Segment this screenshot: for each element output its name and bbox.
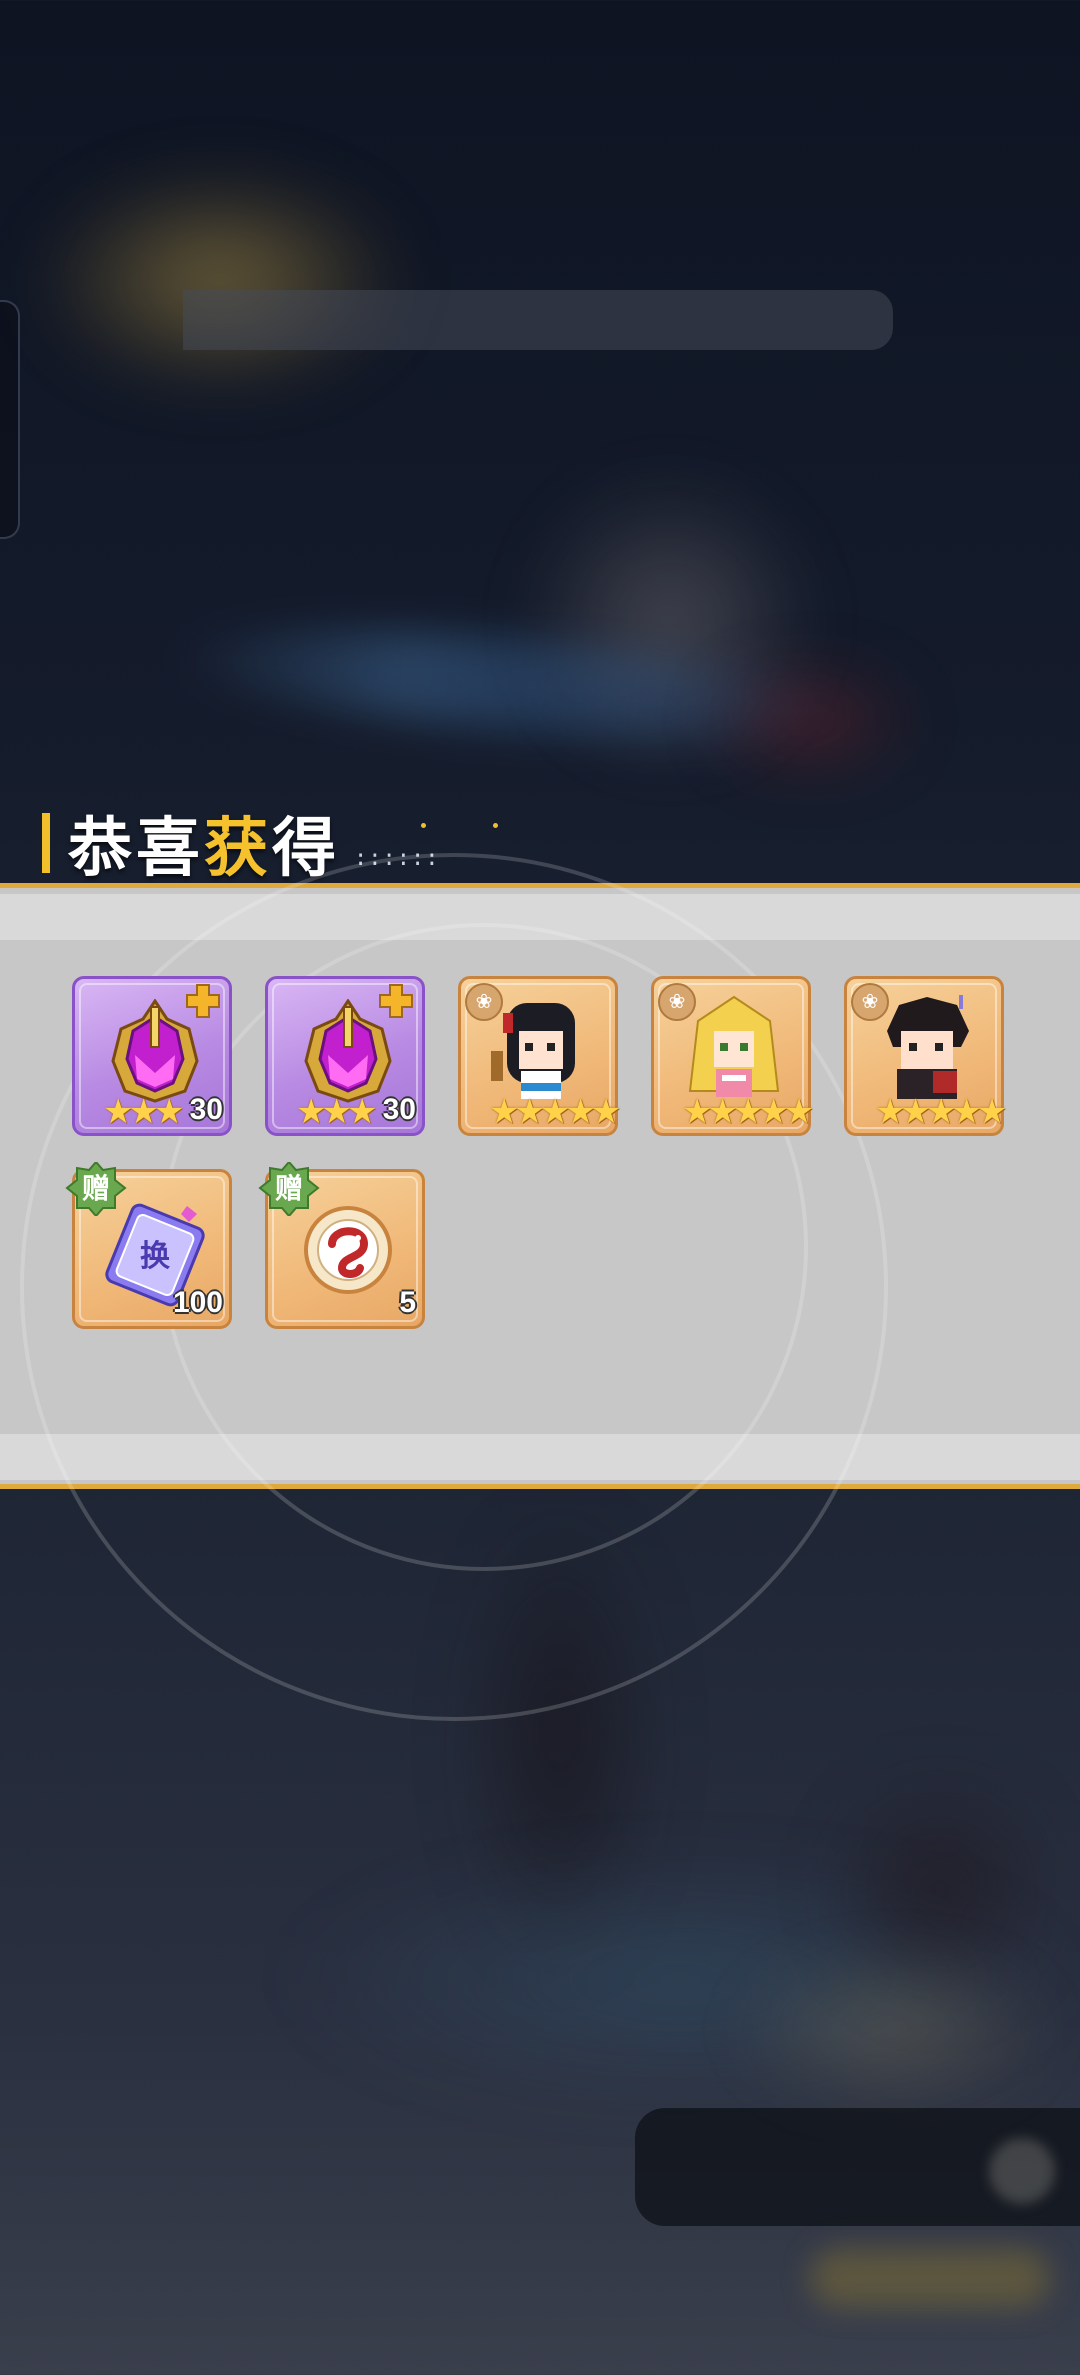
sparkle <box>421 823 426 828</box>
reward-item[interactable]: 赠 5 <box>258 1160 425 1329</box>
bottom-gold-button <box>810 2248 1050 2308</box>
title-part-1: 恭喜 <box>68 812 204 884</box>
background-game-logo <box>40 170 400 390</box>
item-quantity: 30 <box>189 1093 223 1126</box>
bottom-round-button <box>989 2138 1055 2204</box>
background-ring <box>730 1950 1060 2110</box>
bottom-action-panel <box>635 2108 1080 2226</box>
top-banner-bar <box>183 290 893 350</box>
item-quantity: 5 <box>399 1286 416 1319</box>
dragon-token-icon <box>304 1206 392 1294</box>
sparkle <box>493 823 498 828</box>
reward-item[interactable]: ★★★ 30 <box>72 976 232 1136</box>
title-accent-bar <box>42 813 50 873</box>
star-rating: ★★★★★ <box>489 1093 621 1131</box>
reward-item[interactable]: ❀ ★★★★★ <box>651 976 814 1136</box>
background-cape <box>700 660 920 780</box>
item-quantity: 100 <box>172 1286 223 1319</box>
item-quantity: 30 <box>382 1093 416 1126</box>
title-highlight: 获 <box>204 812 272 884</box>
gift-badge-label: 赠 <box>274 1173 303 1204</box>
gift-badge: 赠 <box>258 1160 320 1218</box>
star-rating: ★★★ <box>103 1093 184 1131</box>
gift-badge-label: 赠 <box>81 1173 110 1204</box>
gold-cross-icon <box>379 984 413 1018</box>
title-text: 恭喜获得 <box>68 797 340 889</box>
reward-item[interactable]: ❀ ★★★★★ <box>458 976 621 1136</box>
gift-badge: 赠 <box>65 1160 127 1218</box>
side-tab <box>0 300 20 539</box>
reward-item[interactable]: ❀ ★★★★★ <box>844 976 1007 1136</box>
gold-cross-icon <box>186 984 220 1018</box>
star-rating: ★★★★★ <box>875 1093 1007 1131</box>
star-rating: ★★★★★ <box>682 1093 814 1131</box>
reward-item[interactable]: ★★★ 30 <box>265 976 425 1136</box>
reward-item[interactable]: 换 赠 100 <box>65 1160 232 1329</box>
ticket-label: 换 <box>140 1239 171 1274</box>
star-rating: ★★★ <box>296 1093 377 1131</box>
